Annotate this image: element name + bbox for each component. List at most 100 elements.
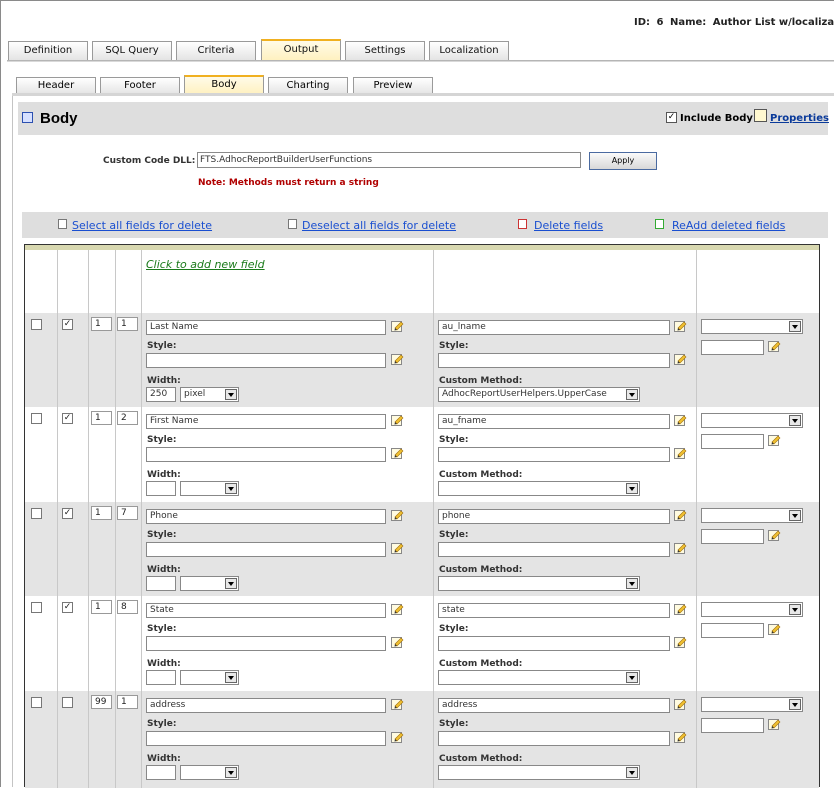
style-field[interactable] — [146, 731, 386, 746]
custom-method-select[interactable] — [438, 576, 640, 591]
tab-sql-query[interactable]: SQL Query — [92, 41, 172, 60]
aggregate-select[interactable] — [701, 697, 803, 712]
visible-field-checkbox[interactable] — [62, 697, 73, 708]
edit-pencil-icon[interactable] — [391, 508, 404, 521]
extra-field[interactable] — [701, 529, 764, 544]
width-unit-select[interactable] — [180, 576, 239, 591]
tab-criteria[interactable]: Criteria — [176, 41, 256, 60]
style-field[interactable] — [146, 353, 386, 368]
edit-pencil-icon[interactable] — [768, 622, 781, 635]
custom-method-select[interactable] — [438, 670, 640, 685]
subtab-charting[interactable]: Charting — [268, 77, 348, 94]
edit-pencil-icon[interactable] — [674, 697, 687, 710]
add-new-field-link[interactable]: Click to add new field — [146, 258, 265, 271]
select-all-fields-link[interactable]: Select all fields for delete — [72, 219, 212, 232]
visible-field-checkbox[interactable]: ✓ — [62, 413, 73, 424]
delete-field-checkbox[interactable] — [31, 319, 42, 330]
custom-method-select[interactable] — [438, 481, 640, 496]
tab-settings[interactable]: Settings — [345, 41, 425, 60]
delete-field-checkbox[interactable] — [31, 602, 42, 613]
apply-button[interactable]: Apply — [589, 152, 657, 170]
visible-field-checkbox[interactable]: ✓ — [62, 602, 73, 613]
extra-field[interactable] — [701, 718, 764, 733]
group-number-field[interactable]: 1 — [91, 506, 112, 520]
width-field[interactable] — [146, 765, 176, 780]
delete-field-checkbox[interactable] — [31, 413, 42, 424]
order-number-field[interactable]: 2 — [117, 411, 138, 425]
delete-fields-link[interactable]: Delete fields — [534, 219, 603, 232]
group-number-field[interactable]: 99 — [91, 695, 112, 709]
column-style-field[interactable] — [438, 636, 670, 651]
edit-pencil-icon[interactable] — [391, 446, 404, 459]
edit-pencil-icon[interactable] — [391, 352, 404, 365]
subtab-preview[interactable]: Preview — [353, 77, 433, 94]
visible-field-checkbox[interactable]: ✓ — [62, 319, 73, 330]
group-number-field[interactable]: 1 — [91, 411, 112, 425]
width-field[interactable] — [146, 481, 176, 496]
caption-field[interactable]: First Name — [146, 414, 386, 429]
edit-pencil-icon[interactable] — [674, 352, 687, 365]
edit-pencil-icon[interactable] — [391, 602, 404, 615]
readd-deleted-fields-link[interactable]: ReAdd deleted fields — [672, 219, 785, 232]
aggregate-select[interactable] — [701, 319, 803, 334]
column-name-field[interactable]: address — [438, 698, 670, 713]
caption-field[interactable]: address — [146, 698, 386, 713]
subtab-body[interactable]: Body — [184, 75, 264, 94]
aggregate-select[interactable] — [701, 602, 803, 617]
delete-field-checkbox[interactable] — [31, 508, 42, 519]
width-unit-select[interactable] — [180, 670, 239, 685]
extra-field[interactable] — [701, 340, 764, 355]
style-field[interactable] — [146, 447, 386, 462]
group-number-field[interactable]: 1 — [91, 317, 112, 331]
edit-pencil-icon[interactable] — [391, 697, 404, 710]
custom-method-select[interactable]: AdhocReportUserHelpers.UpperCase — [438, 387, 640, 402]
width-unit-select[interactable] — [180, 481, 239, 496]
edit-pencil-icon[interactable] — [768, 433, 781, 446]
width-field[interactable] — [146, 576, 176, 591]
column-name-field[interactable]: au_lname — [438, 320, 670, 335]
properties-link[interactable]: Properties — [770, 113, 829, 124]
tab-definition[interactable]: Definition — [8, 41, 88, 60]
aggregate-select[interactable] — [701, 508, 803, 523]
column-style-field[interactable] — [438, 353, 670, 368]
edit-pencil-icon[interactable] — [391, 413, 404, 426]
tab-localization[interactable]: Localization — [429, 41, 509, 60]
caption-field[interactable]: State — [146, 603, 386, 618]
collapse-section-icon[interactable] — [22, 112, 33, 123]
column-style-field[interactable] — [438, 731, 670, 746]
visible-field-checkbox[interactable]: ✓ — [62, 508, 73, 519]
extra-field[interactable] — [701, 434, 764, 449]
column-style-field[interactable] — [438, 542, 670, 557]
column-name-field[interactable]: au_fname — [438, 414, 670, 429]
edit-pencil-icon[interactable] — [674, 541, 687, 554]
edit-pencil-icon[interactable] — [674, 319, 687, 332]
custom-method-select[interactable] — [438, 765, 640, 780]
order-number-field[interactable]: 1 — [117, 317, 138, 331]
edit-pencil-icon[interactable] — [674, 730, 687, 743]
edit-pencil-icon[interactable] — [391, 319, 404, 332]
edit-pencil-icon[interactable] — [391, 541, 404, 554]
order-number-field[interactable]: 8 — [117, 600, 138, 614]
edit-pencil-icon[interactable] — [768, 717, 781, 730]
properties-icon[interactable] — [754, 109, 767, 122]
width-field[interactable] — [146, 670, 176, 685]
width-field[interactable]: 250 — [146, 387, 176, 402]
edit-pencil-icon[interactable] — [674, 602, 687, 615]
column-name-field[interactable]: phone — [438, 509, 670, 524]
style-field[interactable] — [146, 636, 386, 651]
tab-output[interactable]: Output — [261, 39, 341, 60]
caption-field[interactable]: Phone — [146, 509, 386, 524]
edit-pencil-icon[interactable] — [391, 635, 404, 648]
order-number-field[interactable]: 7 — [117, 506, 138, 520]
edit-pencil-icon[interactable] — [768, 528, 781, 541]
caption-field[interactable]: Last Name — [146, 320, 386, 335]
include-body-checkbox[interactable]: ✓ — [666, 112, 677, 123]
column-name-field[interactable]: state — [438, 603, 670, 618]
custom-code-dll-input[interactable]: FTS.AdhocReportBuilderUserFunctions — [197, 152, 581, 168]
width-unit-select[interactable]: pixel — [180, 387, 239, 402]
group-number-field[interactable]: 1 — [91, 600, 112, 614]
subtab-footer[interactable]: Footer — [100, 77, 180, 94]
delete-field-checkbox[interactable] — [31, 697, 42, 708]
subtab-header[interactable]: Header — [16, 77, 96, 94]
order-number-field[interactable]: 1 — [117, 695, 138, 709]
